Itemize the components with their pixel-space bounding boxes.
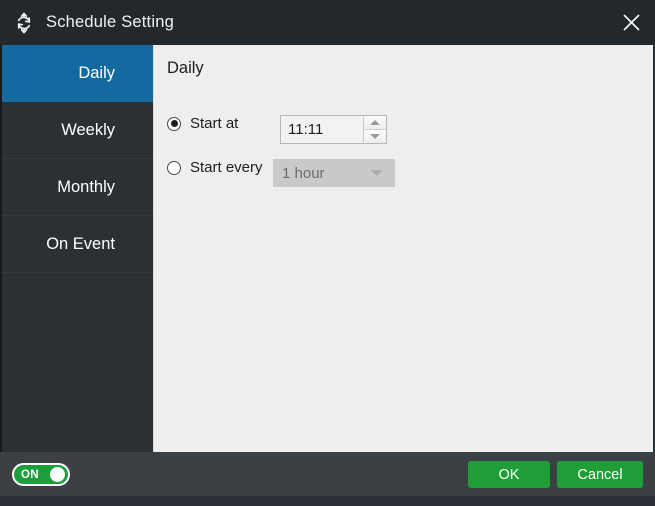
- chevron-down-icon: [371, 170, 383, 176]
- start-at-time-input[interactable]: [281, 116, 363, 143]
- chevron-up-icon: [370, 120, 380, 125]
- move-resize-icon: [17, 12, 31, 33]
- schedule-setting-dialog: Schedule Setting Daily Weekly Monthly On…: [0, 0, 655, 506]
- sidebar-item-weekly[interactable]: Weekly: [2, 102, 153, 159]
- cancel-button[interactable]: Cancel: [557, 461, 643, 488]
- sidebar-item-monthly[interactable]: Monthly: [2, 159, 153, 216]
- chevron-down-icon: [370, 134, 380, 139]
- window-title: Schedule Setting: [46, 13, 174, 31]
- start-at-label: Start at: [190, 115, 239, 132]
- sidebar-item-label: On Event: [46, 234, 115, 253]
- page-title: Daily: [167, 59, 204, 77]
- sidebar-item-label: Monthly: [57, 177, 115, 196]
- sidebar-item-on-event[interactable]: On Event: [2, 216, 153, 273]
- start-at-radio[interactable]: [167, 116, 181, 131]
- content-panel: Daily Start at Start every: [153, 45, 653, 452]
- enable-toggle-knob: [50, 467, 65, 482]
- start-every-label: Start every: [190, 159, 263, 176]
- footer-edge-strip: [0, 496, 655, 506]
- sidebar-item-daily[interactable]: Daily: [2, 45, 153, 102]
- close-button[interactable]: [607, 0, 655, 45]
- spinner-up-button[interactable]: [364, 116, 386, 130]
- interval-dropdown-value: 1 hour: [282, 164, 325, 182]
- enable-toggle[interactable]: ON: [12, 463, 70, 486]
- sidebar-item-label: Daily: [78, 63, 115, 82]
- spinner-down-button[interactable]: [364, 130, 386, 143]
- start-at-row: Start at: [167, 115, 387, 144]
- start-every-radio[interactable]: [167, 160, 181, 175]
- close-icon: [623, 14, 639, 31]
- start-at-time-field[interactable]: [280, 115, 387, 144]
- sidebar: Daily Weekly Monthly On Event: [0, 45, 153, 452]
- start-every-row: Start every 1 hour: [167, 159, 395, 187]
- sidebar-item-label: Weekly: [61, 120, 115, 139]
- footer-bar: ON OK Cancel: [0, 452, 655, 496]
- ok-button[interactable]: OK: [468, 461, 550, 488]
- title-bar: Schedule Setting: [0, 0, 655, 45]
- time-spinner: [363, 116, 386, 143]
- enable-toggle-label: ON: [21, 468, 39, 481]
- interval-dropdown[interactable]: 1 hour: [273, 159, 395, 187]
